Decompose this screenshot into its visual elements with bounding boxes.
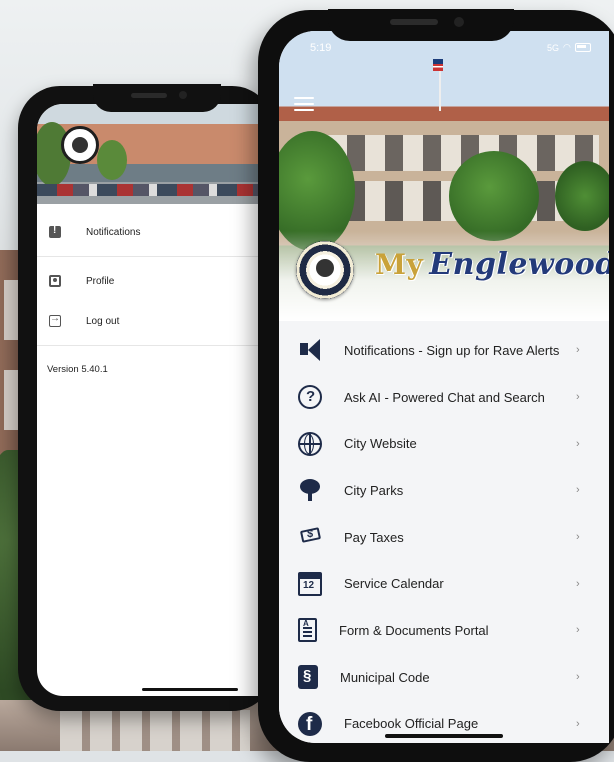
front-phone: 5:19 5G ◠ My Englewood Notifications - Si… — [258, 9, 614, 762]
phone-notch — [93, 84, 221, 112]
menu-item-city-website[interactable]: City Website › — [279, 420, 609, 468]
drawer-item-label: Notifications — [86, 226, 141, 238]
city-seal-icon — [61, 126, 99, 164]
us-flag-icon — [433, 59, 443, 71]
chevron-right-icon: › — [576, 344, 580, 357]
brand-name: Englewood — [429, 247, 609, 282]
home-indicator[interactable] — [385, 734, 503, 738]
photo-tree — [97, 140, 127, 180]
menu-item-city-parks[interactable]: City Parks › — [279, 467, 609, 514]
drawer-item-label: Log out — [86, 315, 120, 327]
status-time: 5:19 — [310, 42, 332, 54]
chevron-right-icon: › — [576, 391, 580, 404]
divider — [37, 345, 268, 346]
wifi-icon: ◠ — [563, 42, 571, 52]
menu-item-notifications[interactable]: Notifications - Sign up for Rave Alerts … — [279, 327, 609, 374]
app-version: Version 5.40.1 — [47, 364, 108, 375]
menu-item-label: Ask AI - Powered Chat and Search — [344, 389, 545, 405]
drawer-item-notifications[interactable]: Notifications — [37, 212, 268, 252]
globe-icon — [298, 431, 322, 456]
banner-tree — [449, 151, 539, 241]
menu-item-label: City Website — [344, 436, 417, 452]
facebook-icon — [298, 711, 322, 736]
photo-cars — [37, 184, 268, 196]
battery-icon — [574, 43, 591, 52]
menu-item-label: Municipal Code — [340, 669, 430, 685]
status-indicators: 5G ◠ — [547, 42, 591, 53]
back-phone: Notifications Profile Log out Version 5.… — [18, 84, 274, 711]
network-label: 5G — [547, 42, 560, 53]
chevron-right-icon: › — [576, 717, 580, 730]
main-menu: Notifications - Sign up for Rave Alerts … — [279, 327, 609, 743]
chevron-right-icon: › — [576, 531, 580, 544]
chevron-right-icon: › — [576, 624, 580, 637]
chevron-right-icon: › — [576, 437, 580, 450]
menu-item-label: Facebook Official Page — [344, 716, 479, 732]
divider — [37, 256, 268, 257]
city-seal-icon — [296, 241, 354, 299]
drawer-item-logout[interactable]: Log out — [37, 301, 268, 341]
menu-item-ask-ai[interactable]: Ask AI - Powered Chat and Search › — [279, 373, 609, 421]
menu-item-label: City Parks — [344, 482, 404, 498]
menu-item-label: Pay Taxes — [344, 529, 404, 545]
document-icon — [298, 618, 317, 643]
menu-item-municipal-code[interactable]: Municipal Code › — [279, 653, 609, 701]
question-circle-icon — [298, 385, 322, 410]
logout-icon — [49, 313, 61, 327]
tree-icon — [298, 478, 322, 502]
building-cornice — [279, 107, 609, 121]
chevron-right-icon: › — [576, 577, 580, 590]
profile-icon — [49, 275, 61, 287]
phone-notch — [328, 9, 514, 41]
brand-my: My — [375, 248, 424, 281]
home-indicator[interactable] — [142, 688, 238, 691]
menu-item-pay-taxes[interactable]: Pay Taxes › — [279, 513, 609, 561]
chevron-right-icon: › — [576, 671, 580, 684]
drawer-menu: Notifications Profile Log out Version 5.… — [37, 212, 268, 375]
hamburger-menu-icon[interactable] — [294, 97, 314, 111]
menu-item-label: Service Calendar — [344, 576, 444, 592]
drawer-screen: Notifications Profile Log out Version 5.… — [37, 104, 268, 696]
banner-tree — [555, 161, 609, 231]
menu-item-service-calendar[interactable]: Service Calendar › — [279, 560, 609, 608]
section-icon — [298, 665, 318, 690]
menu-item-label: Form & Documents Portal — [339, 622, 489, 638]
menu-item-forms-documents[interactable]: Form & Documents Portal › — [279, 607, 609, 654]
chevron-right-icon: › — [576, 484, 580, 497]
megaphone-icon — [298, 338, 322, 362]
money-hand-icon — [298, 525, 322, 549]
drawer-item-label: Profile — [86, 275, 115, 287]
drawer-item-profile[interactable]: Profile — [37, 261, 268, 301]
alert-flag-icon — [49, 225, 61, 238]
menu-item-label: Notifications - Sign up for Rave Alerts — [344, 342, 560, 358]
home-screen: 5:19 5G ◠ My Englewood Notifications - Si… — [279, 31, 609, 743]
calendar-icon — [298, 571, 322, 596]
drawer-header-photo — [37, 104, 268, 204]
app-brand-title: My Englewood — [375, 247, 609, 282]
